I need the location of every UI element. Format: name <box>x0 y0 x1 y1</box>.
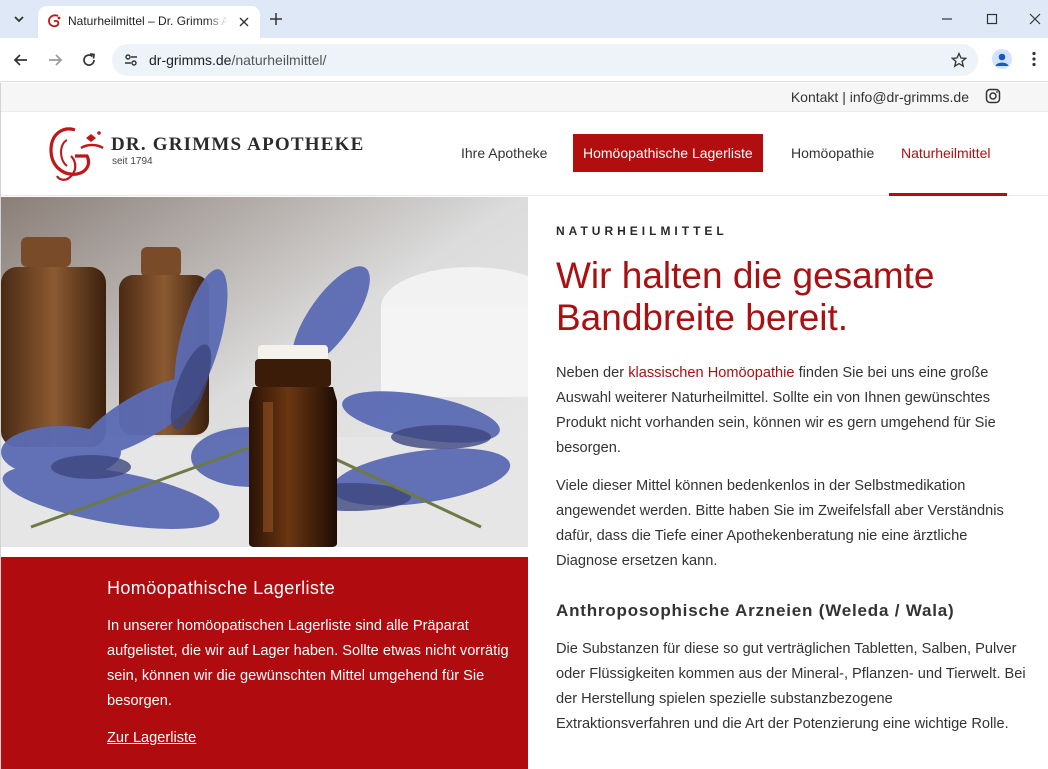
browser-window: Naturheilmittel – Dr. Grimms Apotheke <box>0 0 1048 769</box>
tab-strip: Naturheilmittel – Dr. Grimms Apotheke <box>0 0 1048 38</box>
minimize-icon[interactable] <box>936 8 958 30</box>
nav-active-indicator <box>889 193 1007 196</box>
tab-search-icon[interactable] <box>6 6 32 32</box>
site-info-icon[interactable] <box>122 51 140 69</box>
logo-mark-icon[interactable] <box>47 122 105 186</box>
browser-tab-active[interactable]: Naturheilmittel – Dr. Grimms Apotheke <box>38 6 260 38</box>
teaser-text: In unserer homöopatischen Lagerliste sin… <box>107 618 509 709</box>
star-icon[interactable] <box>950 51 968 69</box>
selfmedication-paragraph: Viele dieser Mittel können bedenkenlos i… <box>556 478 1004 569</box>
web-page: Kontakt | info@dr-grimms.de DR. GRIMMS A… <box>0 83 1048 769</box>
url-path: /naturheilmittel/ <box>231 52 327 68</box>
reload-icon[interactable] <box>77 48 101 72</box>
kebab-menu-icon[interactable] <box>1026 50 1042 68</box>
logo-tagline: seit 1794 <box>112 156 153 167</box>
profile-icon[interactable] <box>992 49 1012 69</box>
teaser-link[interactable]: Zur Lagerliste <box>107 728 196 748</box>
site-header: DR. GRIMMS APOTHEKE seit 1794 Ihre Apoth… <box>1 112 1048 196</box>
contact-line: Kontakt | info@dr-grimms.de <box>791 89 969 105</box>
instagram-icon[interactable] <box>985 88 1001 104</box>
intro-paragraph: Neben der klassischen Homöopathie finden… <box>556 361 1028 461</box>
close-icon[interactable] <box>236 14 252 30</box>
favicon-icon <box>48 14 61 28</box>
nav-ihre-apotheke[interactable]: Ihre Apotheke <box>461 134 547 172</box>
url-text[interactable]: dr-grimms.de/naturheilmittel/ <box>149 52 326 68</box>
contact-link[interactable]: Kontakt <box>791 89 838 105</box>
nav-naturheilmittel[interactable]: Naturheilmittel <box>901 134 990 172</box>
intro-text-start: Neben der <box>556 365 629 381</box>
contact-separator: | <box>838 89 850 105</box>
anthroposophic-paragraph: Die Substanzen für diese so gut verträgl… <box>556 641 1026 732</box>
section-eyebrow: NATURHEILMITTEL <box>556 224 728 238</box>
window-close-icon[interactable] <box>1024 8 1046 30</box>
browser-toolbar: dr-grimms.de/naturheilmittel/ <box>0 38 1048 82</box>
logo-name[interactable]: DR. GRIMMS APOTHEKE <box>111 134 364 156</box>
address-bar[interactable]: dr-grimms.de/naturheilmittel/ <box>112 44 978 76</box>
teaser-title: Homöopathische Lagerliste <box>107 578 336 598</box>
plus-icon[interactable] <box>265 8 287 30</box>
nav-lagerliste-button[interactable]: Homöopathische Lagerliste <box>573 134 763 172</box>
email-link[interactable]: info@dr-grimms.de <box>850 89 969 105</box>
url-domain: dr-grimms.de <box>149 52 232 68</box>
tab-title: Naturheilmittel – Dr. Grimms Apotheke <box>68 13 228 29</box>
homoeopathie-link[interactable]: klassischen Homöopathie <box>628 365 794 381</box>
page-title: Wir halten die gesamte Bandbreite bereit… <box>556 255 935 338</box>
lagerliste-teaser: Homöopathische Lagerliste In unserer hom… <box>1 557 528 769</box>
hero-image <box>1 197 528 547</box>
nav-homoeopathie[interactable]: Homöopathie <box>791 134 874 172</box>
top-bar: Kontakt | info@dr-grimms.de <box>1 83 1048 112</box>
maximize-icon[interactable] <box>981 8 1003 30</box>
forward-icon[interactable] <box>43 48 67 72</box>
section-subheading: Anthroposophische Arzneien (Weleda / Wal… <box>556 601 955 620</box>
back-icon[interactable] <box>9 48 33 72</box>
